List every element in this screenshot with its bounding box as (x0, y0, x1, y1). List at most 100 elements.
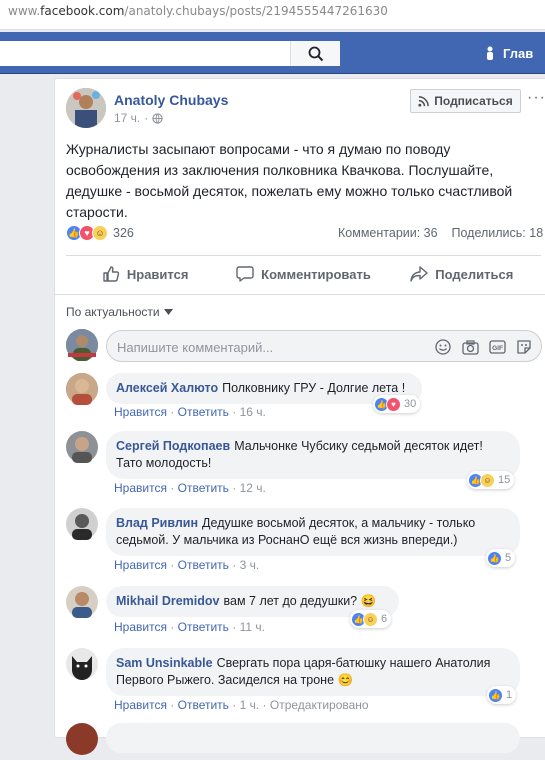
browser-address-bar[interactable]: www.facebook.com/anatoly.chubays/posts/2… (0, 0, 545, 30)
like-button[interactable]: Нравится (66, 256, 224, 292)
commenter-avatar[interactable] (66, 586, 98, 618)
shares-count-link[interactable]: Поделились: 18 (452, 226, 544, 240)
current-user-avatar[interactable] (66, 329, 98, 361)
comment-actions: Нравится · Ответить · 3 ч. (114, 558, 260, 572)
commenter-avatar-image (66, 373, 98, 405)
comment-bubble: Влад Ривлин Дедушке восьмой десяток, а ма… (106, 508, 520, 556)
like-reaction-icon: 👍 (488, 687, 503, 703)
post-action-bar: Нравится Комментировать Поделиться (66, 256, 541, 292)
sticker-icon[interactable] (515, 338, 533, 356)
comment-reply-link[interactable]: Ответить (178, 698, 229, 712)
commenter-avatar-image (66, 586, 98, 618)
post-body-text: Журналисты засыпают вопросами - что я ду… (66, 141, 513, 220)
comment-time[interactable]: 12 ч. (240, 481, 266, 495)
comment-like-link[interactable]: Нравится (114, 405, 167, 419)
commenter-name[interactable]: Сергей Подкопаев (116, 439, 230, 453)
commenter-name[interactable]: Влад Ривлин (116, 516, 198, 530)
comment-time[interactable]: 1 ч. (240, 698, 260, 712)
profile-silhouette-icon[interactable] (486, 46, 494, 60)
comment-button[interactable]: Комментировать (224, 256, 382, 292)
comment-like-link[interactable]: Нравится (114, 698, 167, 712)
camera-icon[interactable] (461, 338, 479, 356)
comment-text: вам 7 лет до дедушки? (223, 594, 358, 608)
comment-actions: Нравится · Ответить · 16 ч. (114, 405, 266, 419)
commenter-name[interactable]: Mikhail Dremidov (116, 594, 220, 608)
comment-input[interactable] (117, 337, 417, 357)
comment-reaction-count: 15 (498, 474, 511, 486)
nav-home-link[interactable]: Глав (503, 46, 533, 61)
author-avatar[interactable] (66, 88, 106, 128)
comment-reactions[interactable]: 👍 ♥ 30 (373, 395, 421, 413)
comment-reactions[interactable]: 👍 ☺ 15 (467, 471, 515, 489)
haha-reaction-icon: ☺ (480, 472, 495, 488)
reaction-count: 326 (113, 226, 134, 240)
commenter-name[interactable]: Алексей Халюто (116, 381, 218, 395)
comment-text: Полковнику ГРУ - Долгие лета ! (222, 381, 406, 395)
post-stats: Комментарии: 36 Поделились: 18 (338, 226, 543, 240)
laughing-emoji-icon: 😆 (360, 594, 377, 608)
comment-bubble (106, 723, 520, 753)
comment-composer[interactable]: GIF (106, 330, 542, 362)
comment-time[interactable]: 16 ч. (240, 405, 266, 419)
comment-reply-link[interactable]: Ответить (178, 620, 229, 634)
comment-like-link[interactable]: Нравится (114, 481, 167, 495)
commenter-avatar-image (66, 723, 98, 755)
globe-icon[interactable] (152, 112, 163, 124)
post-author-name[interactable]: Anatoly Chubays (114, 92, 228, 108)
comment-bubble-icon (236, 266, 254, 282)
commenter-name[interactable]: Sam Unsinkable (116, 656, 213, 670)
sort-label: По актуальности (66, 305, 160, 319)
comment-reaction-count: 5 (505, 552, 512, 564)
url-text[interactable]: www.facebook.com/anatoly.chubays/posts/2… (8, 4, 388, 18)
search-box[interactable] (0, 41, 340, 66)
haha-reaction-icon: ☺ (363, 611, 378, 627)
comment-actions: Нравится · Ответить · 1 ч. · Отредактиро… (114, 698, 369, 712)
facebook-top-bar: Глав (0, 32, 545, 74)
share-button-label: Поделиться (435, 266, 514, 282)
post-reactions-summary[interactable]: 👍 ♥ ☺ 326 (66, 225, 134, 241)
commenter-avatar[interactable] (66, 723, 98, 755)
current-user-avatar-image (66, 329, 98, 361)
comment-like-link[interactable]: Нравится (114, 558, 167, 572)
subscribe-label: Подписаться (434, 94, 513, 108)
comment-edited-label[interactable]: Отредактировано (270, 698, 369, 712)
more-options-icon[interactable]: ··· (527, 89, 545, 107)
comment-button-label: Комментировать (261, 266, 371, 282)
comment-sort-dropdown[interactable]: По актуальности (66, 305, 173, 319)
comment-bubble: Sam Unsinkable Свергать пора царя-батюшку… (106, 648, 520, 696)
like-button-label: Нравится (126, 266, 189, 282)
commenter-avatar[interactable] (66, 648, 98, 680)
comment-reactions[interactable]: 👍 ☺ 6 (350, 610, 392, 628)
post-meta: 17 ч. · (114, 111, 163, 125)
comment-like-link[interactable]: Нравится (114, 620, 167, 634)
gif-icon[interactable]: GIF (488, 338, 506, 356)
url-host: facebook.com (40, 4, 125, 18)
comment-reply-link[interactable]: Ответить (178, 481, 229, 495)
comments-count-link[interactable]: Комментарии: 36 (338, 226, 438, 240)
rss-icon (418, 95, 430, 107)
commenter-avatar-image (66, 431, 98, 463)
commenter-avatar[interactable] (66, 431, 98, 463)
subscribe-button[interactable]: Подписаться (410, 89, 521, 113)
post-time[interactable]: 17 ч. (114, 111, 140, 125)
commenter-avatar[interactable] (66, 373, 98, 405)
search-icon (308, 46, 323, 61)
love-reaction-icon: ♥ (386, 396, 401, 412)
search-button[interactable] (290, 41, 340, 66)
comment-reply-link[interactable]: Ответить (178, 558, 229, 572)
author-avatar-image (66, 88, 106, 128)
comment-reaction-count: 30 (404, 398, 417, 410)
caret-down-icon (163, 309, 173, 315)
commenter-avatar[interactable] (66, 508, 98, 540)
share-arrow-icon (410, 266, 428, 282)
emoji-icon[interactable] (434, 338, 452, 356)
comment-reactions[interactable]: 👍 1 (487, 686, 517, 704)
comment-reply-link[interactable]: Ответить (178, 405, 229, 419)
commenter-avatar-image (66, 508, 98, 540)
like-reaction-icon: 👍 (487, 550, 502, 566)
comment-time[interactable]: 11 ч. (240, 620, 265, 634)
comment-reactions[interactable]: 👍 5 (486, 549, 516, 567)
separator-dot: · (144, 111, 149, 125)
share-button[interactable]: Поделиться (383, 256, 541, 292)
comment-time[interactable]: 3 ч. (240, 558, 260, 572)
